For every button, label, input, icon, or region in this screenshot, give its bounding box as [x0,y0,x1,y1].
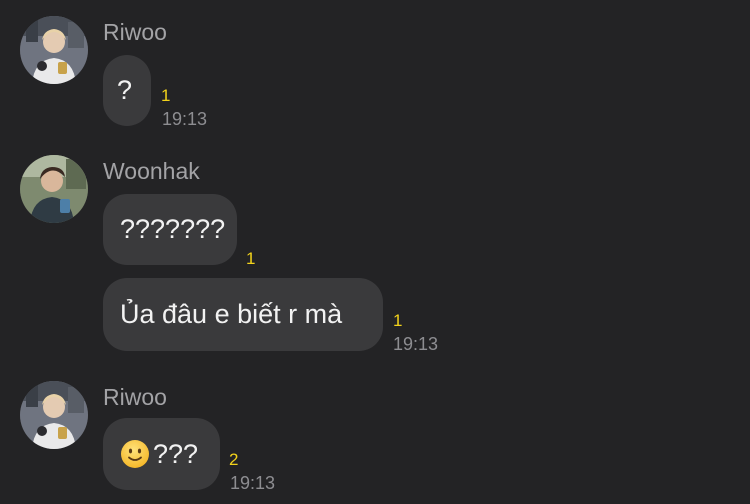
woonhak-avatar[interactable] [20,155,88,223]
message-bubble[interactable]: Ủa đâu e biết r mà [103,278,383,351]
message-bubble[interactable]: ??? [103,418,220,490]
message-timestamp: 19:13 [162,109,208,129]
unread-count: 1 [161,86,171,105]
message-text: ??????? [120,214,226,244]
riwoo-avatar-photo-icon [20,16,88,84]
message-bubble[interactable]: ? [103,55,151,126]
riwoo-avatar[interactable] [20,16,88,84]
message-text: ? [117,75,133,105]
slightly-smiling-face-emoji-icon [120,439,150,469]
woonhak-avatar-photo-icon [20,155,88,223]
sender-name: Riwoo [103,19,167,45]
chat-message-list: Riwoo ? 1 19:13 Woonhak ??????? 1 Ủa đâu… [0,0,750,504]
sender-name: Woonhak [103,158,200,184]
message-timestamp: 19:13 [393,334,439,354]
unread-count: 1 [246,249,256,268]
unread-count: 1 [393,311,403,330]
riwoo-avatar-photo-icon [20,381,88,449]
message-text: Ủa đâu e biết r mà [120,299,343,329]
unread-count: 2 [229,450,239,469]
message-timestamp: 19:13 [230,473,276,493]
riwoo-avatar[interactable] [20,381,88,449]
message-text: ??? [153,438,199,469]
sender-name: Riwoo [103,384,167,410]
message-bubble[interactable]: ??????? [103,194,237,265]
